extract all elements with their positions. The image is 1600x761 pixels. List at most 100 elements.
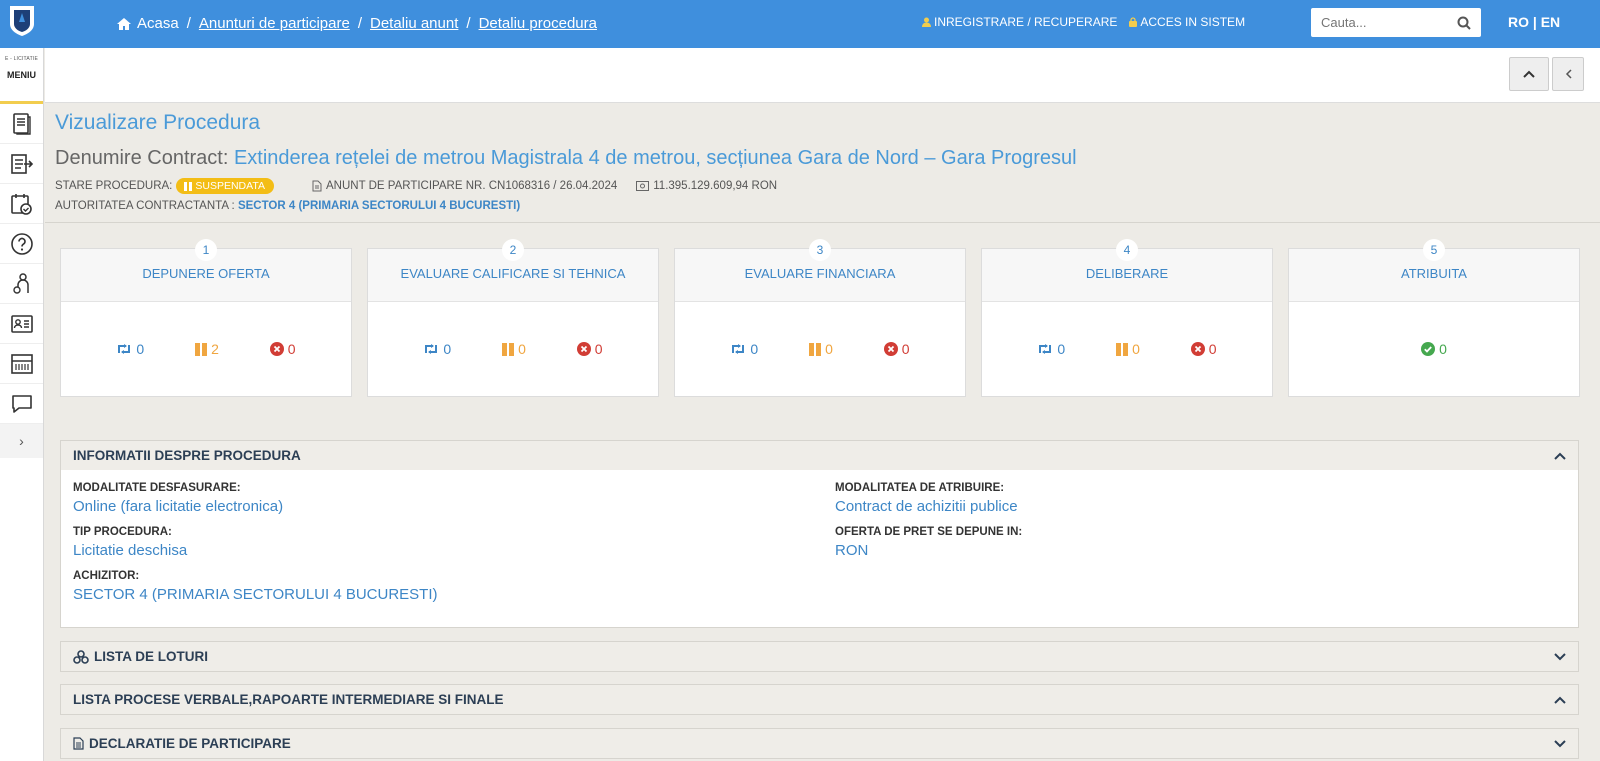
count-cancelled[interactable]: 0 xyxy=(883,341,910,357)
step-number: 3 xyxy=(809,239,831,261)
sidebar-item-messages[interactable] xyxy=(0,384,43,424)
count-cancelled[interactable]: 0 xyxy=(576,341,603,357)
field-label: MODALITATE DESFASURARE: xyxy=(73,482,241,494)
sidebar-header[interactable]: E - LICITATIE MENIU xyxy=(0,48,43,104)
sidebar-item-help[interactable] xyxy=(0,224,43,264)
panel-informatii-procedura: INFORMATII DESPRE PROCEDURA MODALITATE D… xyxy=(60,440,1579,628)
x-circle-icon xyxy=(576,342,591,356)
chevron-up-icon xyxy=(1523,70,1535,78)
step-number: 2 xyxy=(502,239,524,261)
language-switch: RO | EN xyxy=(1508,14,1560,30)
step-title: ATRIBUITA xyxy=(1401,266,1467,281)
chevron-up-icon xyxy=(1554,696,1566,704)
field-value-link[interactable]: SECTOR 4 (PRIMARIA SECTORULUI 4 BUCUREST… xyxy=(73,586,438,603)
step-number: 5 xyxy=(1423,239,1445,261)
register-link-label: INREGISTRARE / RECUPERARE xyxy=(934,15,1118,29)
toolbar xyxy=(45,48,1600,103)
count-cancelled[interactable]: 0 xyxy=(1190,341,1217,357)
count-active[interactable]: 0 xyxy=(730,341,758,357)
count-paused[interactable]: 0 xyxy=(809,341,833,357)
search-icon[interactable] xyxy=(1457,16,1471,30)
count-paused[interactable]: 2 xyxy=(195,341,219,357)
sidebar-item-calendar[interactable] xyxy=(0,184,43,224)
top-bar: Acasa / Anunturi de participare / Detali… xyxy=(0,0,1600,48)
step-depunere-oferta[interactable]: DEPUNERE OFERTA 1 0 2 0 xyxy=(60,239,352,397)
x-circle-icon xyxy=(883,342,898,356)
page-title: Vizualizare Procedura xyxy=(55,111,261,134)
authority-value[interactable]: SECTOR 4 (PRIMARIA SECTORULUI 4 BUCUREST… xyxy=(238,200,520,212)
count-active-value: 0 xyxy=(1057,341,1066,357)
count-awarded[interactable]: 0 xyxy=(1421,341,1447,357)
value-info: 11.395.129.609,94 RON xyxy=(636,180,777,192)
authority-info: AUTORITATEA CONTRACTANTA : SECTOR 4 (PRI… xyxy=(55,200,520,212)
step-number: 4 xyxy=(1116,239,1138,261)
collapse-button[interactable] xyxy=(1552,57,1584,91)
count-paused[interactable]: 0 xyxy=(1116,341,1140,357)
money-icon xyxy=(636,181,650,191)
sidebar-item-export[interactable] xyxy=(0,144,43,184)
count-active[interactable]: 0 xyxy=(116,341,144,357)
count-paused-value: 0 xyxy=(825,341,833,357)
chevron-left-icon xyxy=(1565,69,1572,79)
count-cancelled[interactable]: 0 xyxy=(269,341,296,357)
person-icon xyxy=(12,272,29,294)
procedure-meta: STARE PROCEDURA: SUSPENDATA ANUNT DE PAR… xyxy=(55,178,777,194)
status-badge: SUSPENDATA xyxy=(176,178,274,194)
panel-declaratie-participare: DECLARATIE DE PARTICIPARE xyxy=(60,728,1579,759)
pause-icon xyxy=(184,181,193,191)
step-atribuita[interactable]: ATRIBUITA 5 0 xyxy=(1288,239,1580,397)
logo[interactable] xyxy=(8,4,36,38)
breadcrumb-separator: / xyxy=(357,15,362,32)
sidebar-item-catalog[interactable] xyxy=(0,344,43,384)
chat-icon xyxy=(11,394,32,413)
count-cancelled-value: 0 xyxy=(901,341,910,357)
chevron-down-icon xyxy=(1554,652,1566,660)
panel-lista-loturi: LISTA DE LOTURI xyxy=(60,641,1579,672)
panel-title: DECLARATIE DE PARTICIPARE xyxy=(89,736,291,751)
x-circle-icon xyxy=(269,342,284,356)
step-title: EVALUARE FINANCIARA xyxy=(744,266,896,281)
lang-ro[interactable]: RO xyxy=(1508,14,1529,30)
file-icon xyxy=(73,737,84,750)
count-paused-value: 2 xyxy=(211,341,219,357)
count-active-value: 0 xyxy=(136,341,145,357)
scroll-up-button[interactable] xyxy=(1509,57,1549,91)
lock-icon xyxy=(1129,17,1138,27)
count-paused[interactable]: 0 xyxy=(502,341,526,357)
retweet-icon xyxy=(425,344,438,354)
count-paused-value: 0 xyxy=(1132,341,1140,357)
file-icon xyxy=(312,180,322,192)
step-title: DELIBERARE xyxy=(1085,266,1169,281)
step-evaluare-financiara[interactable]: EVALUARE FINANCIARA 3 0 0 0 xyxy=(674,239,966,397)
search-input[interactable] xyxy=(1321,15,1441,30)
breadcrumb-detaliu-anunt[interactable]: Detaliu anunt xyxy=(370,15,458,32)
breadcrumb-anunturi[interactable]: Anunturi de participare xyxy=(199,15,350,32)
count-active[interactable]: 0 xyxy=(423,341,451,357)
status-label: STARE PROCEDURA: xyxy=(55,180,173,192)
top-links: INREGISTRARE / RECUPERARE ACCES IN SISTE… xyxy=(922,15,1245,29)
notice-text: ANUNT DE PARTICIPARE NR. CN1068316 / 26.… xyxy=(325,180,618,192)
sidebar-item-contacts[interactable] xyxy=(0,304,43,344)
step-deliberare[interactable]: DELIBERARE 4 0 0 0 xyxy=(981,239,1273,397)
panel-header[interactable]: INFORMATII DESPRE PROCEDURA xyxy=(61,441,1578,470)
sidebar-item-anunturi[interactable] xyxy=(0,104,43,144)
field-value: Online (fara licitatie electronica) xyxy=(73,498,284,515)
cubes-icon xyxy=(73,649,89,664)
breadcrumb-home[interactable]: Acasa xyxy=(116,15,179,32)
lang-en[interactable]: EN xyxy=(1541,14,1560,30)
panel-header[interactable]: LISTA PROCESE VERBALE,RAPOARTE INTERMEDI… xyxy=(61,685,1578,714)
panel-header[interactable]: LISTA DE LOTURI xyxy=(61,642,1578,671)
notice-info: ANUNT DE PARTICIPARE NR. CN1068316 / 26.… xyxy=(312,180,617,192)
breadcrumb: Acasa / Anunturi de participare / Detali… xyxy=(116,15,597,32)
register-link[interactable]: INREGISTRARE / RECUPERARE xyxy=(922,15,1117,29)
pause-icon xyxy=(1116,342,1129,356)
breadcrumb-separator: / xyxy=(466,15,471,32)
pause-icon xyxy=(809,342,822,356)
panel-header[interactable]: DECLARATIE DE PARTICIPARE xyxy=(61,729,1578,758)
step-evaluare-calificare[interactable]: EVALUARE CALIFICARE SI TEHNICA 2 0 0 0 xyxy=(367,239,659,397)
sidebar-item-users[interactable] xyxy=(0,264,43,304)
sidebar-expand-button[interactable]: › xyxy=(0,424,43,458)
count-active[interactable]: 0 xyxy=(1037,341,1065,357)
login-link[interactable]: ACCES IN SISTEM xyxy=(1129,15,1245,29)
breadcrumb-detaliu-procedura[interactable]: Detaliu procedura xyxy=(479,15,597,32)
